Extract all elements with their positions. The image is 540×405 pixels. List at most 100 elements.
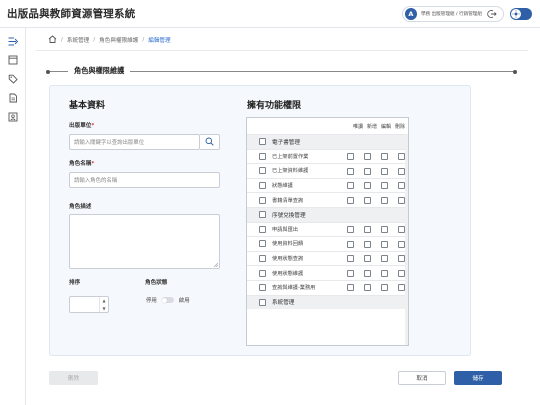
checkbox-add[interactable] [364,182,371,190]
checkbox-read[interactable] [347,196,354,204]
sort-stepper[interactable]: ▲ ▼ [69,296,109,313]
unit-search-button[interactable] [200,134,220,150]
checkbox-delete[interactable] [398,226,405,234]
tag-icon[interactable] [6,72,20,86]
app-title: 出版品與教師資源管理系統 [7,8,136,20]
resize-grip-icon[interactable] [213,262,219,268]
checkbox-read[interactable] [347,284,354,292]
checkbox-delete[interactable] [398,240,405,248]
breadcrumb-item-roles[interactable]: 角色與權限維護 [99,36,138,44]
delete-button[interactable]: 刪除 [49,371,98,385]
permission-checkboxes [347,196,405,204]
row-checkbox[interactable] [259,298,266,306]
checkbox-edit[interactable] [381,269,388,277]
theme-toggle[interactable] [510,8,532,20]
checkbox-delete[interactable] [398,255,405,263]
chevron-down-icon[interactable]: ▼ [102,306,105,311]
permission-label: 使用資料回饋 [272,241,304,248]
section-line-dot-left [46,69,50,74]
permission-row: 使用資料回饋 [247,236,408,251]
checkbox-delete[interactable] [398,284,405,292]
row-checkbox[interactable] [259,269,266,277]
checkbox-add[interactable] [364,153,371,161]
checkbox-read[interactable] [347,240,354,248]
permission-row: 狀態維護 [247,177,408,193]
role-name-input[interactable]: 請輸入角色的名稱 [69,172,220,188]
checkbox-edit[interactable] [381,182,388,190]
checkbox-delete[interactable] [398,167,405,175]
checkbox-add[interactable] [364,269,371,277]
checkbox-edit[interactable] [381,240,388,248]
checkbox-read[interactable] [347,255,354,263]
sort-label: 排序 [69,280,81,286]
checkbox-edit[interactable] [381,255,388,263]
checkbox-add[interactable] [364,167,371,175]
row-checkbox[interactable] [259,152,266,160]
breadcrumb-separator: / [93,37,96,43]
row-checkbox[interactable] [259,167,266,175]
permission-label: 書籍清單查詢 [272,197,304,204]
permission-row: 使用狀態查詢 [247,250,408,266]
breadcrumb-separator: / [61,37,63,43]
checkbox-edit[interactable] [381,196,388,204]
permission-label: 已上架前置作業 [272,153,309,160]
breadcrumb-item-system[interactable]: 系統管理 [67,36,89,44]
status-switch[interactable] [161,297,174,303]
row-checkbox[interactable] [259,284,266,292]
breadcrumb-divider [36,50,528,51]
checkbox-delete[interactable] [398,182,405,190]
breadcrumb-separator: / [142,37,145,43]
col-header-delete: 刪除 [394,123,405,130]
checkbox-edit[interactable] [381,226,388,234]
switch-knob [162,297,168,303]
row-checkbox[interactable] [259,211,266,219]
checkbox-add[interactable] [364,226,371,234]
permission-checkboxes [347,167,405,175]
unit-search-input[interactable]: 請輸入關鍵字以查詢出版單位 [69,134,200,150]
checkbox-read[interactable] [347,153,354,161]
checkbox-edit[interactable] [381,284,388,292]
cancel-button[interactable]: 取消 [398,371,446,385]
role-desc-textarea[interactable] [69,214,220,269]
checkbox-add[interactable] [364,255,371,263]
window-icon[interactable] [6,53,20,67]
checkbox-read[interactable] [347,182,354,190]
checkbox-delete[interactable] [398,269,405,277]
user-menu[interactable]: A 學務 出版管理組 / 行銷管理組 [401,6,504,22]
checkbox-delete[interactable] [398,153,405,161]
sun-icon [511,9,521,19]
checkbox-add[interactable] [364,284,371,292]
checkbox-delete[interactable] [398,196,405,204]
row-checkbox[interactable] [259,255,266,263]
row-checkbox[interactable] [259,196,266,204]
checkbox-edit[interactable] [381,167,388,175]
chevron-up-icon[interactable]: ▲ [102,298,105,303]
header-actions: A 學務 出版管理組 / 行銷管理組 [401,5,532,23]
checkbox-read[interactable] [347,167,354,175]
permission-checkboxes [347,284,405,292]
status-off-label: 停用 [146,298,157,304]
logout-icon[interactable] [486,8,498,20]
save-button[interactable]: 儲存 [454,371,502,385]
checkbox-add[interactable] [364,196,371,204]
checkbox-read[interactable] [347,269,354,277]
expand-menu-icon[interactable] [6,34,20,48]
stepper-arrows[interactable]: ▲ ▼ [99,297,108,312]
checkbox-add[interactable] [364,240,371,248]
checkbox-read[interactable] [347,226,354,234]
user-label: 學務 出版管理組 / 行銷管理組 [420,12,482,17]
row-checkbox[interactable] [259,225,266,233]
col-header-edit: 編輯 [380,123,391,130]
row-checkbox[interactable] [259,240,266,248]
status-on-label: 啟用 [178,298,190,304]
row-checkbox[interactable] [259,182,266,190]
status-label: 角色狀態 [145,280,168,286]
permission-checkboxes [347,182,405,190]
permissions-scrollbar[interactable] [405,134,408,345]
checkbox-edit[interactable] [381,153,388,161]
row-checkbox[interactable] [259,138,266,146]
home-icon[interactable] [48,35,57,45]
user-card-icon[interactable] [6,110,20,124]
status-switch-row: 停用 啟用 [146,296,190,304]
document-icon[interactable] [6,91,20,105]
